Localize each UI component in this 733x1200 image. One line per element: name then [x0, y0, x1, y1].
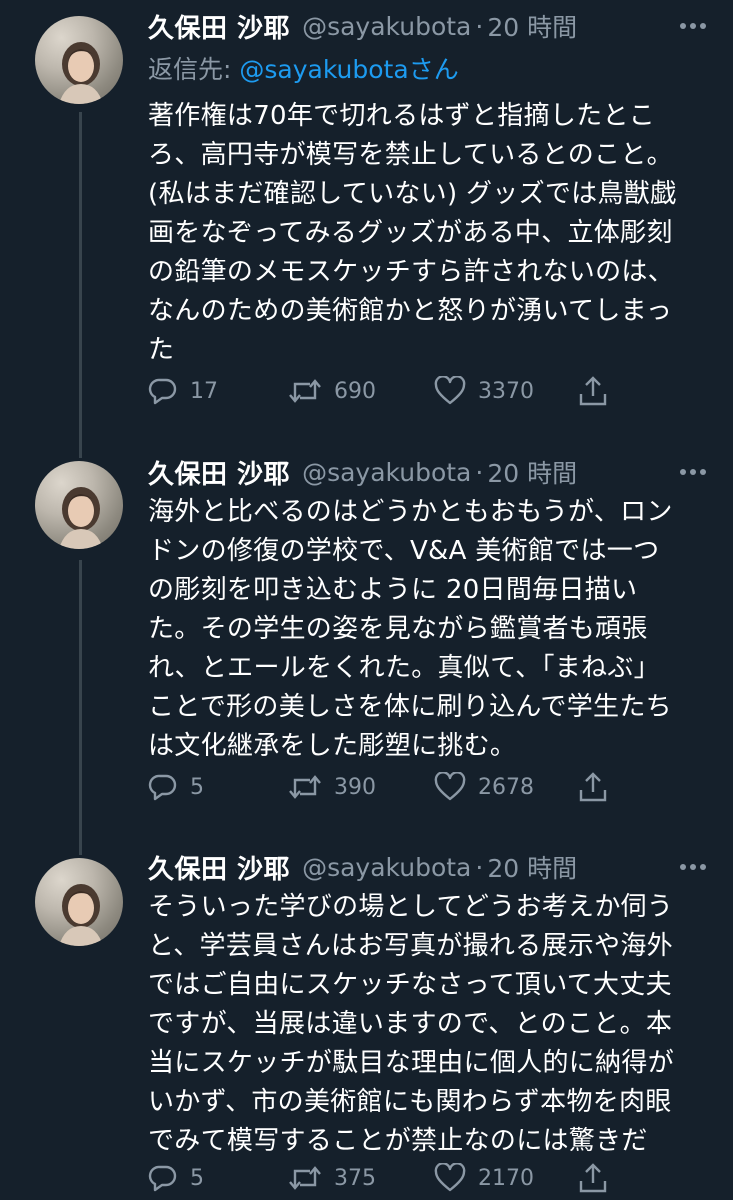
tweet-text-line: いかず、市の美術館にも関わらず本物を肉眼 [148, 1087, 672, 1117]
tweet[interactable]: 久保田 沙耶 @sayakubota · 20 時間 そういった学びの場としてど… [0, 843, 733, 1200]
reply-icon [148, 376, 178, 406]
reply-icon [148, 772, 178, 802]
tweet-text-line: 海外と比べるのはどうかともおもうが、ロン [148, 497, 673, 527]
thread-line [79, 112, 82, 450]
reply-button[interactable]: 5 [148, 765, 204, 809]
tweet[interactable]: 久保田 沙耶 @sayakubota · 20 時間 返信先: @sayakub… [0, 0, 733, 450]
retweet-button[interactable]: 690 [288, 369, 376, 413]
heart-icon [434, 376, 466, 406]
tweet-text: 海外と比べるのはどうかともおもうが、ロン ドンの修復の学校で、V&A 美術館では… [148, 493, 708, 766]
tweet-text-line: ですが、当展は違いますので、とのこと。本 [148, 1009, 673, 1039]
retweet-button[interactable]: 375 [288, 1156, 376, 1200]
heart-icon [434, 772, 466, 802]
separator-dot: · [475, 457, 484, 487]
share-button[interactable] [578, 1156, 608, 1200]
reply-to-label: 返信先: [148, 55, 240, 84]
tweet-text-line: ではご自由にスケッチなさって頂いて大丈夫 [148, 970, 672, 1000]
reply-to-suffix: さん [408, 55, 459, 84]
reply-count: 17 [190, 378, 218, 404]
tweet-text: そういった学びの場としてどうお考えか伺う と、学芸員さんはお写真が撮れる展示や海… [148, 888, 708, 1161]
tweet[interactable]: 久保田 沙耶 @sayakubota · 20 時間 海外と比べるのはどうかとも… [0, 450, 733, 843]
more-icon[interactable] [673, 847, 713, 887]
reply-to: 返信先: @sayakubotaさん [148, 50, 459, 86]
share-button[interactable] [578, 765, 608, 809]
tweet-text-line: れ、とエールをくれた。真似て、「まねぶ」 [148, 653, 660, 683]
tweet-text-line: と、学芸員さんはお写真が撮れる展示や海外 [148, 931, 673, 961]
tweet-text-line: ことで形の美しさを体に刷り込んで学生たち [148, 692, 672, 722]
share-icon [578, 375, 608, 407]
heart-icon [434, 1163, 466, 1193]
tweet-text-line: 画をなぞってみるグッズがある中、立体彫刻 [148, 218, 673, 248]
retweet-count: 375 [334, 1165, 376, 1191]
thread-line [79, 450, 82, 458]
tweet-text-line: は文化継承をした彫塑に挑む。 [148, 731, 517, 761]
tweet-text: 著作権は70年で切れるはずと指摘したとこ ろ、高円寺が模写を禁止しているとのこと… [148, 97, 708, 370]
retweet-icon [288, 772, 322, 802]
timestamp[interactable]: 20 時間 [487, 454, 577, 490]
like-button[interactable]: 2170 [434, 1156, 534, 1200]
like-count: 3370 [478, 378, 534, 404]
avatar[interactable] [35, 16, 123, 104]
like-count: 2170 [478, 1165, 534, 1191]
thread-line [79, 560, 82, 843]
tweet-text-line: なんのための美術館かと怒りが湧いてしまっ [148, 296, 673, 326]
like-button[interactable]: 3370 [434, 369, 534, 413]
tweet-text-line: ろ、高円寺が模写を禁止しているとのこと。 [148, 140, 673, 170]
share-icon [578, 771, 608, 803]
reply-to-mention[interactable]: @sayakubota [239, 55, 408, 84]
reply-button[interactable]: 17 [148, 369, 218, 413]
separator-dot: · [475, 11, 484, 41]
author-handle[interactable]: @sayakubota [302, 458, 471, 487]
tweet-text-line: た [148, 335, 175, 365]
more-icon[interactable] [673, 6, 713, 46]
tweet-text-line: そういった学びの場としてどうお考えか伺う [148, 892, 674, 922]
tweet-text-line: の彫刻を叩き込むように 20日間毎日描い [148, 575, 638, 605]
more-icon[interactable] [673, 452, 713, 492]
author-name[interactable]: 久保田 沙耶 [148, 8, 290, 45]
action-bar: 5 375 2170 [148, 1156, 618, 1200]
tweet-text-line: 著作権は70年で切れるはずと指摘したとこ [148, 101, 656, 131]
tweet-text-line: 当にスケッチが駄目な理由に個人的に納得が [148, 1048, 675, 1078]
tweet-text-line: ドンの修復の学校で、V&A 美術館では一つ [148, 536, 660, 566]
author-handle[interactable]: @sayakubota [302, 12, 471, 41]
retweet-icon [288, 1163, 322, 1193]
avatar[interactable] [35, 461, 123, 549]
retweet-count: 690 [334, 378, 376, 404]
like-count: 2678 [478, 774, 534, 800]
share-icon [578, 1162, 608, 1194]
action-bar: 17 690 3370 [148, 369, 618, 413]
thread-line [79, 843, 82, 855]
reply-button[interactable]: 5 [148, 1156, 204, 1200]
avatar[interactable] [35, 858, 123, 946]
author-name[interactable]: 久保田 沙耶 [148, 454, 290, 491]
timestamp[interactable]: 20 時間 [487, 849, 577, 885]
reply-icon [148, 1163, 178, 1193]
timestamp[interactable]: 20 時間 [487, 8, 577, 44]
share-button[interactable] [578, 369, 608, 413]
action-bar: 5 390 2678 [148, 765, 618, 809]
author-handle[interactable]: @sayakubota [302, 853, 471, 882]
tweet-text-line: た。その学生の姿を見ながら鑑賞者も頑張 [148, 614, 648, 644]
retweet-icon [288, 376, 322, 406]
tweet-text-line: (私はまだ確認していない) グッズでは鳥獣戯 [148, 179, 677, 209]
reply-count: 5 [190, 1165, 204, 1191]
reply-count: 5 [190, 774, 204, 800]
separator-dot: · [475, 852, 484, 882]
retweet-count: 390 [334, 774, 376, 800]
like-button[interactable]: 2678 [434, 765, 534, 809]
tweet-text-line: の鉛筆のメモスケッチすら許されないのは、 [148, 257, 675, 287]
retweet-button[interactable]: 390 [288, 765, 376, 809]
author-name[interactable]: 久保田 沙耶 [148, 849, 290, 886]
